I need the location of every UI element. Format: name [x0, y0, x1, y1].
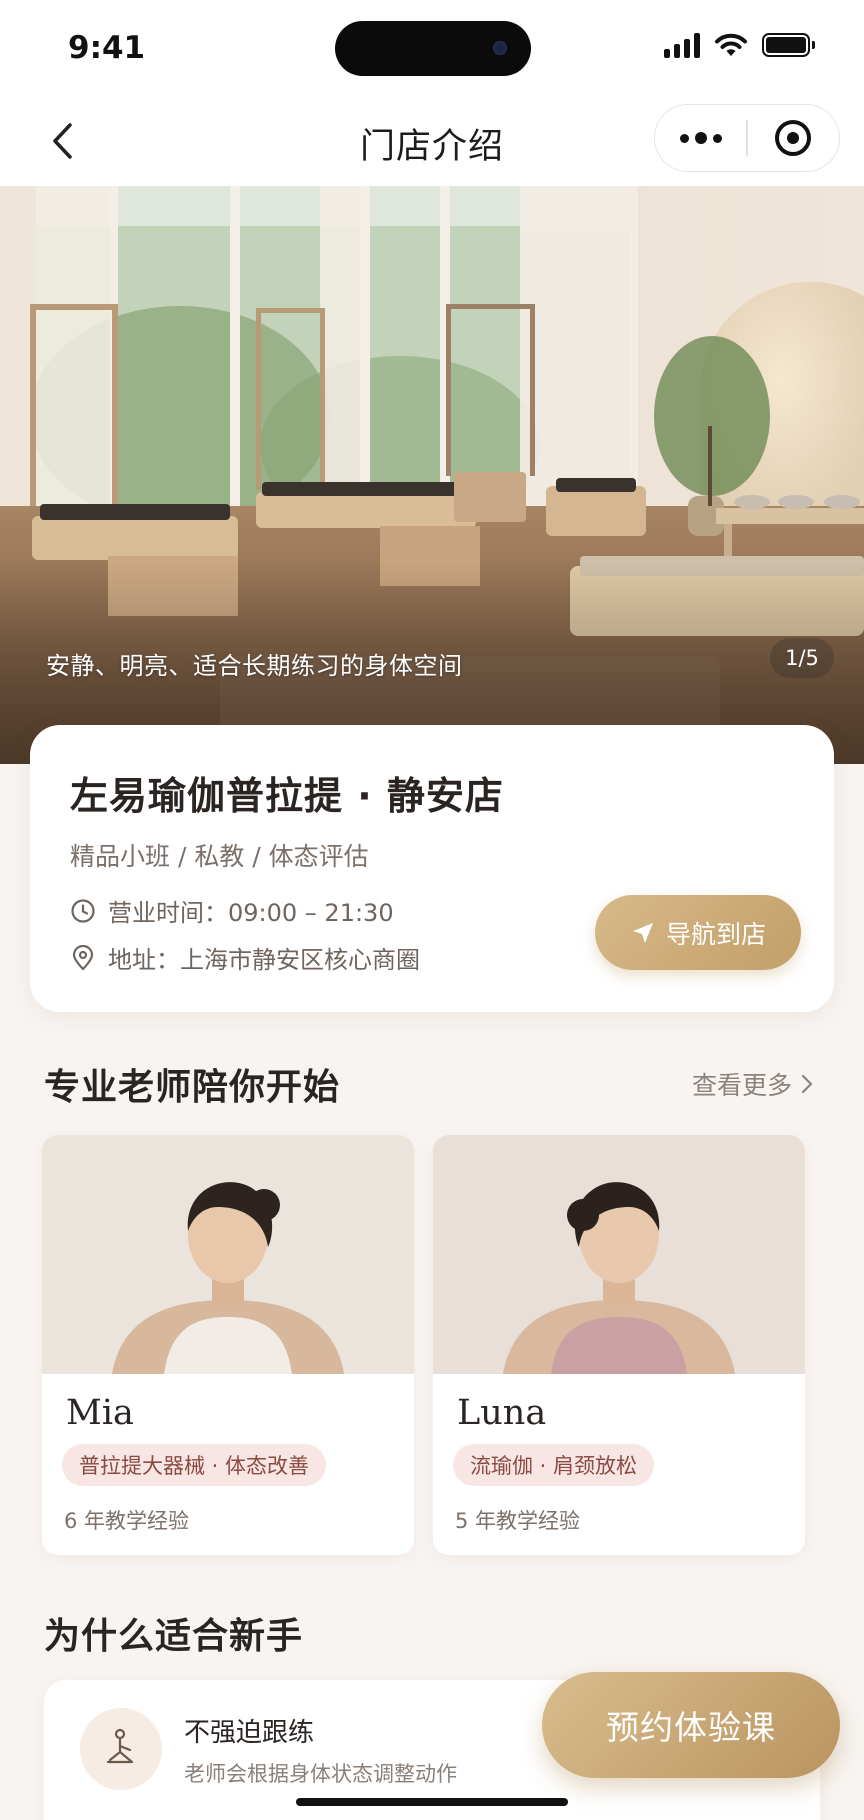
store-tags: 精品小班 / 私教 / 体态评估	[70, 842, 369, 871]
nav-bar: 门店介绍	[0, 96, 864, 186]
teacher-name: Mia	[66, 1393, 134, 1433]
why-icon-wrap	[80, 1708, 162, 1790]
store-info-card: 左易瑜伽普拉提 · 静安店 精品小班 / 私教 / 体态评估 营业时间：09:0…	[30, 725, 834, 1012]
teacher-card-mia[interactable]: Mia 普拉提大器械 · 体态改善 6 年教学经验	[42, 1135, 414, 1555]
status-time: 9:41	[68, 30, 146, 66]
teacher-name: Luna	[457, 1393, 547, 1433]
close-miniprogram-button[interactable]	[748, 105, 839, 171]
cellular-signal-icon	[664, 32, 700, 58]
address-row: 地址：上海市静安区核心商圈	[70, 940, 420, 975]
clock-icon	[71, 898, 95, 923]
mini-program-capsule	[654, 104, 840, 172]
why-item-title: 不强迫跟练	[184, 1718, 315, 1748]
battery-icon	[762, 33, 815, 57]
store-name: 左易瑜伽普拉提 · 静安店	[70, 774, 504, 818]
see-more-label: 查看更多	[692, 1071, 793, 1100]
navigate-label: 导航到店	[665, 919, 766, 949]
why-item-desc: 老师会根据身体状态调整动作	[184, 1762, 457, 1786]
teacher-card-luna[interactable]: Luna 流瑜伽 · 肩颈放松 5 年教学经验	[433, 1135, 805, 1555]
hero-caption: 安静、明亮、适合长期练习的身体空间	[46, 652, 463, 680]
chevron-right-icon	[801, 1074, 813, 1094]
location-pin-icon	[72, 944, 94, 971]
teacher-specialty-tag: 流瑜伽 · 肩颈放松	[453, 1444, 655, 1486]
teacher-experience: 6 年教学经验	[64, 1509, 190, 1533]
why-section-title: 为什么适合新手	[44, 1616, 304, 1657]
home-indicator	[296, 1798, 568, 1806]
more-dots-icon	[679, 133, 689, 143]
yoga-pose-icon	[106, 1728, 134, 1764]
business-hours: 营业时间：09:00 – 21:30	[108, 899, 394, 927]
teacher-specialty-tag: 普拉提大器械 · 体态改善	[62, 1444, 327, 1486]
carousel-counter: 1/5	[770, 638, 834, 678]
store-address: 地址：上海市静安区核心商圈	[108, 946, 420, 974]
target-circle-icon	[775, 120, 812, 156]
dynamic-island	[335, 21, 531, 76]
wifi-icon	[715, 33, 747, 56]
hero-carousel[interactable]: 安静、明亮、适合长期练习的身体空间 1/5	[0, 186, 864, 764]
book-trial-class-button[interactable]: 预约体验课	[542, 1672, 840, 1778]
teacher-photo	[42, 1135, 414, 1374]
status-icons	[664, 32, 815, 58]
navigate-to-store-button[interactable]: 导航到店	[595, 895, 801, 970]
teacher-photo	[433, 1135, 805, 1374]
business-hours-row: 营业时间：09:00 – 21:30	[70, 893, 394, 928]
status-bar: 9:41	[0, 0, 864, 96]
navigation-arrow-icon	[632, 922, 653, 943]
teachers-section-title: 专业老师陪你开始	[44, 1067, 341, 1108]
teacher-experience: 5 年教学经验	[455, 1509, 581, 1533]
see-more-link[interactable]: 查看更多	[692, 1066, 814, 1102]
more-button[interactable]	[655, 105, 746, 171]
